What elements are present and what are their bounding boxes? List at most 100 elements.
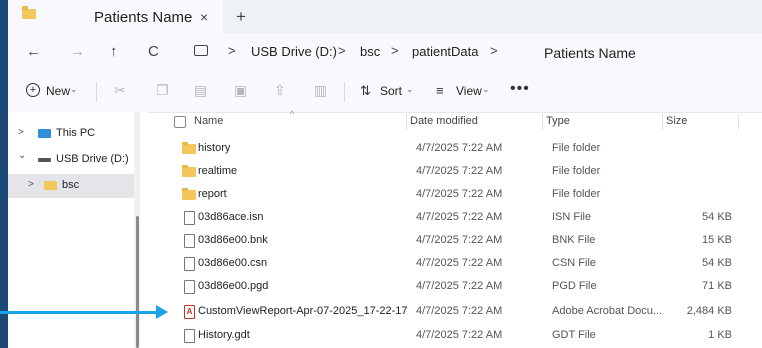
file-type: Adobe Acrobat Docu... — [552, 305, 663, 317]
select-all-checkbox[interactable] — [174, 116, 186, 128]
chevron-right-icon[interactable]: > — [18, 127, 24, 138]
copy-icon[interactable]: ❐ — [156, 82, 169, 99]
file-name: history — [198, 142, 231, 154]
chevron-down-icon[interactable]: ⌄ — [70, 84, 78, 95]
file-name: History.gdt — [198, 329, 250, 341]
chevron-down-icon[interactable]: ⌄ — [406, 84, 414, 95]
breadcrumb-separator[interactable]: > — [338, 43, 346, 58]
view-icon[interactable]: ≡ — [436, 83, 444, 98]
file-size: 54 KB — [702, 211, 732, 223]
file-icon — [184, 234, 195, 248]
sidebar-item-label: bsc — [62, 179, 80, 191]
file-name: realtime — [198, 165, 238, 177]
breadcrumb-patientdata[interactable]: patientData — [412, 44, 479, 59]
up-button[interactable]: ↑ — [110, 43, 118, 60]
table-row[interactable]: 03d86ace.isn 4/7/2025 7:22 AM ISN File 5… — [148, 206, 762, 229]
column-divider[interactable] — [662, 114, 663, 130]
refresh-button[interactable]: C — [148, 43, 159, 60]
forward-button[interactable]: → — [70, 43, 85, 60]
tab-patients-name[interactable]: Patients Name × — [8, 0, 223, 34]
annotation-arrow-head-icon — [156, 305, 168, 319]
pdf-icon: A — [184, 305, 195, 319]
chevron-down-icon[interactable]: ⌄ — [18, 150, 26, 161]
table-row[interactable]: 03d86e00.pgd 4/7/2025 7:22 AM PGD File 7… — [148, 275, 762, 298]
annotation-arrow-line — [0, 311, 158, 314]
table-row[interactable]: 03d86e00.csn 4/7/2025 7:22 AM CSN File 5… — [148, 252, 762, 275]
delete-icon[interactable]: ▥ — [314, 82, 327, 99]
table-row[interactable]: History.gdt 4/7/2025 7:22 AM GDT File 1 … — [148, 324, 762, 347]
column-header-name[interactable]: Name — [194, 115, 223, 127]
plus-icon[interactable]: + — [26, 83, 40, 97]
table-row[interactable]: report 4/7/2025 7:22 AM File folder — [148, 183, 762, 206]
file-type: ISN File — [552, 211, 592, 223]
file-icon — [184, 329, 195, 343]
paste-icon[interactable]: ▤ — [194, 82, 207, 99]
back-button[interactable]: ← — [26, 43, 41, 60]
breadcrumb-separator[interactable]: > — [228, 43, 236, 58]
file-name: 03d86ace.isn — [198, 211, 264, 223]
view-button[interactable]: View — [456, 84, 482, 98]
chevron-right-icon[interactable]: > — [28, 179, 34, 190]
file-type: CSN File — [552, 257, 597, 269]
table-row[interactable]: 03d86e00.bnk 4/7/2025 7:22 AM BNK File 1… — [148, 229, 762, 252]
folder-icon — [182, 188, 196, 200]
table-row[interactable]: history 4/7/2025 7:22 AM File folder — [148, 137, 762, 160]
sidebar-item-label: This PC — [56, 127, 96, 139]
sort-ascending-icon: ^ — [290, 109, 295, 119]
sidebar-item-usb-drive[interactable]: ⌄ USB Drive (D:) — [8, 148, 134, 172]
file-date: 4/7/2025 7:22 AM — [416, 165, 503, 177]
folder-icon — [44, 181, 57, 190]
file-size: 1 KB — [708, 329, 732, 341]
table-row[interactable]: A CustomViewReport-Apr-07-2025_17-22-17 … — [148, 300, 762, 323]
sidebar-scrollbar-thumb[interactable] — [136, 216, 139, 348]
column-header-size[interactable]: Size — [666, 115, 687, 127]
column-header-type[interactable]: Type — [546, 115, 570, 127]
rename-icon[interactable]: ▣ — [234, 82, 247, 99]
drive-icon — [38, 158, 51, 162]
breadcrumb-bsc[interactable]: bsc — [360, 44, 380, 59]
file-icon — [184, 257, 195, 271]
computer-icon — [38, 129, 51, 138]
column-divider[interactable] — [406, 114, 407, 130]
file-type: BNK File — [552, 234, 596, 246]
sidebar-item-label: USB Drive (D:) — [56, 153, 129, 165]
table-row[interactable]: realtime 4/7/2025 7:22 AM File folder — [148, 160, 762, 183]
file-explorer-window: Patients Name × + ← → ↑ C > USB Drive (D… — [8, 0, 762, 348]
chevron-down-icon[interactable]: ⌄ — [482, 84, 490, 95]
column-divider[interactable] — [738, 114, 739, 130]
toolbar-divider — [344, 82, 345, 102]
file-date: 4/7/2025 7:22 AM — [416, 305, 503, 317]
column-header-row: ^ Name Date modified Type Size — [148, 109, 762, 132]
folder-icon — [182, 165, 196, 177]
breadcrumb-separator[interactable]: > — [490, 43, 498, 58]
file-icon — [184, 211, 195, 225]
file-size: 54 KB — [702, 257, 732, 269]
folder-icon — [182, 142, 196, 154]
file-date: 4/7/2025 7:22 AM — [416, 142, 503, 154]
new-button[interactable]: New — [46, 84, 70, 98]
file-type: File folder — [552, 142, 601, 154]
computer-icon[interactable] — [194, 45, 208, 56]
breadcrumb-separator[interactable]: > — [391, 43, 399, 58]
share-icon[interactable]: ⇪ — [274, 82, 286, 99]
file-type: GDT File — [552, 329, 596, 341]
tab-strip: Patients Name × + — [8, 0, 762, 34]
sidebar-item-this-pc[interactable]: > This PC — [8, 122, 134, 146]
more-options-button[interactable]: ••• — [510, 80, 530, 98]
file-name: 03d86e00.csn — [198, 257, 268, 269]
cut-icon[interactable]: ✂ — [114, 82, 126, 99]
file-type: PGD File — [552, 280, 597, 292]
search-box[interactable]: Patients Name — [544, 45, 636, 61]
sort-button[interactable]: Sort — [380, 84, 402, 98]
file-date: 4/7/2025 7:22 AM — [416, 257, 503, 269]
breadcrumb-usb-drive[interactable]: USB Drive (D:) — [251, 44, 337, 59]
new-tab-button[interactable]: + — [236, 7, 246, 27]
column-header-date[interactable]: Date modified — [410, 115, 478, 127]
file-type: File folder — [552, 165, 601, 177]
column-divider[interactable] — [542, 114, 543, 130]
close-icon[interactable]: × — [200, 9, 208, 25]
file-name: 03d86e00.pgd — [198, 280, 269, 292]
file-date: 4/7/2025 7:22 AM — [416, 280, 503, 292]
sort-icon[interactable]: ⇅ — [360, 83, 371, 99]
sidebar-item-bsc[interactable]: > bsc — [8, 174, 134, 198]
